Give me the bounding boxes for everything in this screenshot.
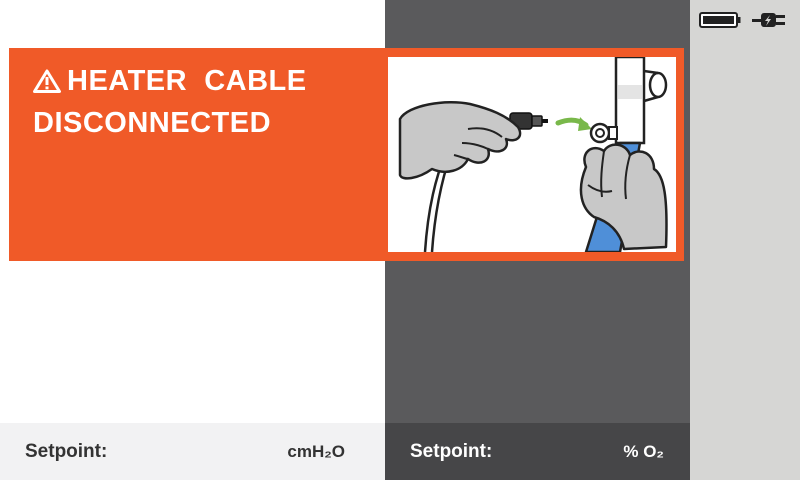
- setpoint-unit-cmh2o: cmH₂O: [287, 442, 345, 461]
- setpoint-unit-o2: % O₂: [623, 442, 664, 461]
- reconnect-cable-illustration-svg: [398, 55, 668, 254]
- setpoint-label: Setpoint:: [410, 441, 493, 462]
- battery-icon: [699, 12, 741, 28]
- ac-plug-icon: [752, 13, 785, 27]
- alarm-title: HEATER CABLE DISCONNECTED: [33, 60, 373, 144]
- alarm-title-text-1: HEATER CABLE: [67, 65, 307, 97]
- setpoint-label: Setpoint:: [25, 441, 108, 462]
- right-panel: [690, 0, 800, 480]
- alarm-title-line-2: DISCONNECTED: [33, 107, 272, 139]
- heater-cable-alarm-banner[interactable]: HEATER CABLE DISCONNECTED: [9, 48, 684, 261]
- alarm-title-line-1: HEATER CABLE: [33, 60, 373, 102]
- pressure-setpoint-bar[interactable]: Setpoint: cmH₂O: [0, 423, 385, 480]
- reconnect-cable-illustration: [388, 55, 676, 254]
- oxygen-setpoint-bar[interactable]: Setpoint: % O₂: [385, 423, 690, 480]
- warning-triangle-icon: [33, 69, 61, 93]
